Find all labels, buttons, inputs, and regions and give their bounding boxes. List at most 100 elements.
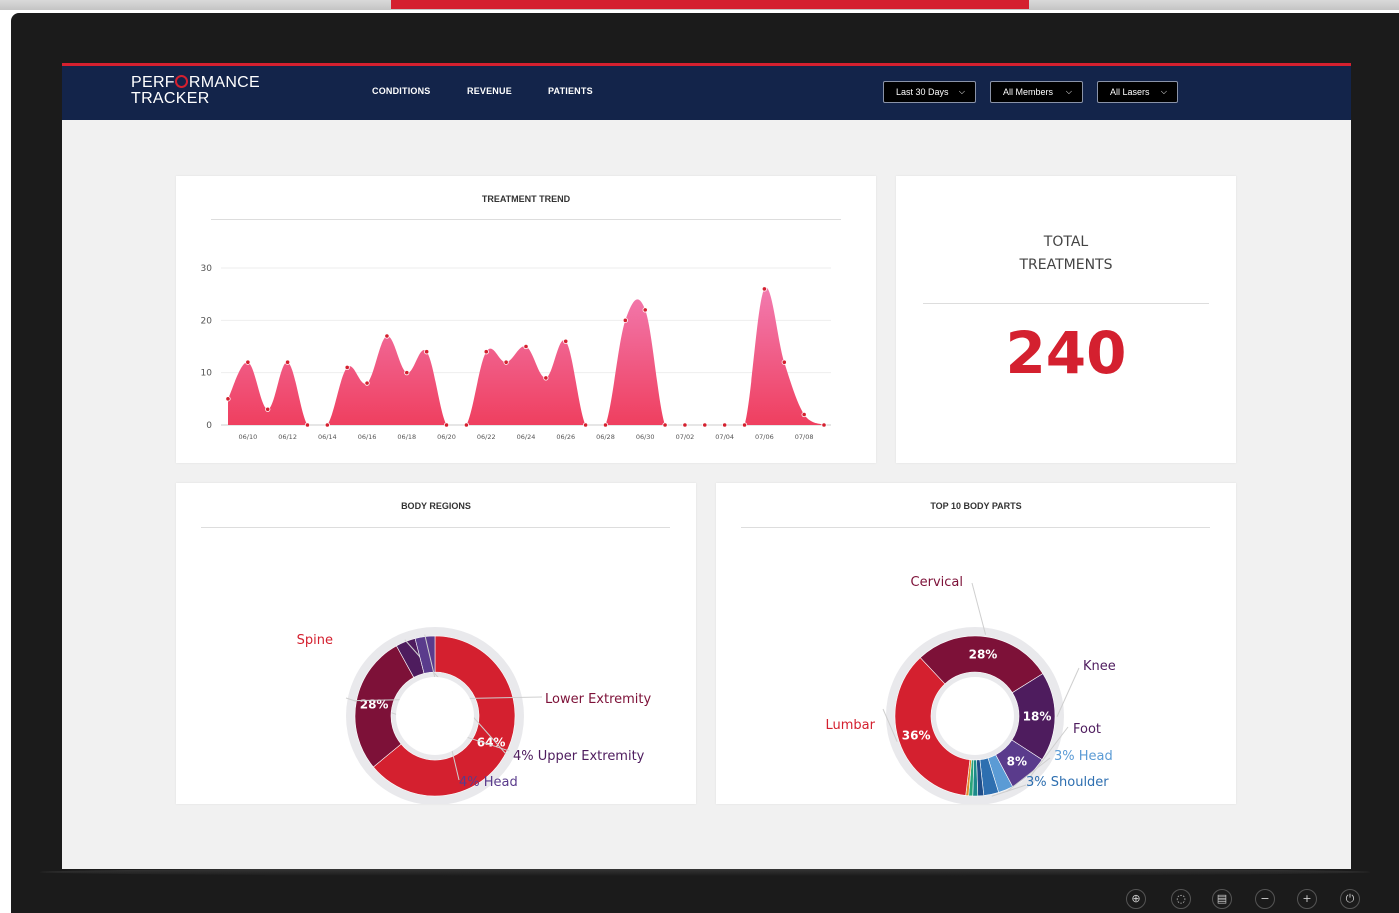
slice-label: Knee bbox=[1083, 659, 1116, 674]
card-divider bbox=[923, 303, 1209, 304]
total-treatments-title: TOTAL TREATMENTS bbox=[896, 231, 1236, 277]
power-icon[interactable]: ⏻ bbox=[1340, 889, 1360, 909]
chevron-down-icon: ⌵ bbox=[1065, 87, 1072, 96]
donut-hole bbox=[936, 677, 1014, 755]
top-body-parts-donut: 28% Cervical 18% Knee 8% Foot 3% Head 3% Should… bbox=[826, 575, 1116, 804]
menu-icon[interactable]: ▤ bbox=[1212, 889, 1232, 909]
data-point[interactable] bbox=[225, 396, 231, 402]
data-point[interactable] bbox=[245, 359, 251, 365]
x-tick-label: 06/30 bbox=[636, 433, 655, 441]
x-tick-label: 06/26 bbox=[556, 433, 575, 441]
logo-o-ring-icon bbox=[175, 75, 189, 88]
data-point[interactable] bbox=[682, 422, 688, 428]
x-tick-label: 07/08 bbox=[795, 433, 814, 441]
data-point[interactable] bbox=[662, 422, 668, 428]
data-point[interactable] bbox=[781, 359, 787, 365]
x-tick-label: 06/14 bbox=[318, 433, 337, 441]
y-tick-label: 10 bbox=[201, 369, 213, 379]
logo-text-line2: TRACKER bbox=[131, 90, 210, 107]
data-point[interactable] bbox=[483, 349, 489, 355]
input-icon[interactable]: ⊕ bbox=[1126, 889, 1146, 909]
auto-icon[interactable]: ◌ bbox=[1171, 889, 1191, 909]
treatment-trend-chart: 06/10 06/12 06/14 06/16 06/18 06/20 06/22 06/24… bbox=[201, 264, 831, 441]
data-point[interactable] bbox=[543, 375, 549, 381]
red-accent-tab bbox=[391, 0, 1029, 9]
data-point[interactable] bbox=[622, 317, 628, 323]
total-title-line2: TREATMENTS bbox=[1019, 257, 1113, 273]
treatment-trend-card: TREATMENT TREND 06/10 06/12 06/14 06/16 06/1… bbox=[176, 176, 876, 463]
dashboard-screen: PERF RMANCE TRACKER CONDITIONS REVENUE PA… bbox=[62, 63, 1351, 869]
nav-patients[interactable]: PATIENTS bbox=[548, 86, 593, 96]
top-body-parts-card: TOP 10 BODY PARTS 28% Cervical 18% Knee 8% Fo… bbox=[716, 483, 1236, 804]
slice-percent-label: 28% bbox=[969, 648, 998, 662]
data-point[interactable] bbox=[821, 422, 827, 428]
x-tick-label: 07/02 bbox=[676, 433, 695, 441]
logo-text-b: RMANCE bbox=[188, 74, 261, 91]
app-logo[interactable]: PERF RMANCE TRACKER bbox=[131, 75, 260, 107]
x-tick-label: 06/28 bbox=[596, 433, 615, 441]
slice-percent-label: 18% bbox=[1023, 710, 1052, 724]
x-tick-label: 07/06 bbox=[755, 433, 774, 441]
total-title-line1: TOTAL bbox=[1043, 234, 1089, 250]
data-point[interactable] bbox=[285, 359, 291, 365]
total-treatments-value: 240 bbox=[1005, 319, 1127, 387]
slice-percent-label: 28% bbox=[360, 697, 389, 711]
body-regions-card: BODY REGIONS 64% Spine 28% Lower Extremity 4… bbox=[176, 483, 696, 804]
total-treatments-card: TOTAL TREATMENTS 240 bbox=[896, 176, 1236, 463]
data-point[interactable] bbox=[563, 338, 569, 344]
nav-conditions[interactable]: CONDITIONS bbox=[372, 86, 431, 96]
slice-percent-label: 8% bbox=[1007, 755, 1027, 769]
data-point[interactable] bbox=[582, 422, 589, 428]
slice-label: 3% Head bbox=[1054, 749, 1113, 764]
slice-label: 4% Upper Extremity bbox=[513, 749, 645, 764]
data-point[interactable] bbox=[503, 359, 509, 365]
x-tick-label: 06/20 bbox=[437, 433, 456, 441]
date-range-dropdown[interactable]: Last 30 Days ⌵ bbox=[883, 81, 976, 103]
chevron-down-icon: ⌵ bbox=[1160, 87, 1167, 96]
data-point[interactable] bbox=[642, 307, 648, 313]
data-point[interactable] bbox=[463, 422, 469, 428]
date-range-label: Last 30 Days bbox=[896, 87, 949, 97]
data-point[interactable] bbox=[364, 380, 370, 386]
lasers-dropdown[interactable]: All Lasers ⌵ bbox=[1097, 81, 1178, 103]
data-point[interactable] bbox=[761, 286, 768, 292]
slice-label: 4% Head bbox=[459, 775, 518, 790]
label-leader-line bbox=[971, 582, 987, 635]
data-point[interactable] bbox=[602, 422, 609, 428]
x-tick-label: 06/22 bbox=[477, 433, 496, 441]
data-point[interactable] bbox=[443, 422, 450, 428]
x-tick-label: 07/04 bbox=[715, 433, 734, 441]
slice-label: Cervical bbox=[911, 575, 963, 590]
y-tick-label: 20 bbox=[201, 316, 213, 326]
data-point[interactable] bbox=[404, 370, 410, 376]
monitor-bezel-shine bbox=[40, 868, 1370, 876]
data-point[interactable] bbox=[722, 422, 728, 428]
data-point[interactable] bbox=[344, 364, 350, 371]
members-label: All Members bbox=[1003, 87, 1054, 97]
x-tick-label: 06/16 bbox=[358, 433, 377, 441]
donut-hole bbox=[396, 677, 474, 755]
plus-icon[interactable]: + bbox=[1297, 889, 1317, 909]
x-tick-label: 06/10 bbox=[238, 433, 257, 441]
data-point[interactable] bbox=[741, 422, 748, 428]
minus-icon[interactable]: − bbox=[1255, 889, 1275, 909]
slice-label: Spine bbox=[297, 633, 333, 648]
members-dropdown[interactable]: All Members ⌵ bbox=[990, 81, 1083, 103]
top-navbar: PERF RMANCE TRACKER CONDITIONS REVENUE PA… bbox=[62, 63, 1351, 120]
data-point[interactable] bbox=[702, 422, 708, 428]
data-point[interactable] bbox=[304, 422, 311, 428]
data-point[interactable] bbox=[801, 411, 807, 418]
data-point[interactable] bbox=[265, 406, 271, 412]
data-point[interactable] bbox=[424, 349, 430, 355]
data-point[interactable] bbox=[384, 333, 390, 339]
slice-label: Foot bbox=[1073, 722, 1101, 737]
slice-label: Lumbar bbox=[826, 718, 876, 733]
slice-label: Lower Extremity bbox=[545, 692, 652, 707]
y-tick-label: 30 bbox=[201, 264, 213, 274]
data-point[interactable] bbox=[324, 422, 330, 428]
y-tick-label: 0 bbox=[206, 421, 212, 431]
nav-revenue[interactable]: REVENUE bbox=[467, 86, 512, 96]
data-point[interactable] bbox=[523, 343, 529, 350]
x-tick-label: 06/18 bbox=[397, 433, 416, 441]
x-tick-label: 06/12 bbox=[278, 433, 297, 441]
